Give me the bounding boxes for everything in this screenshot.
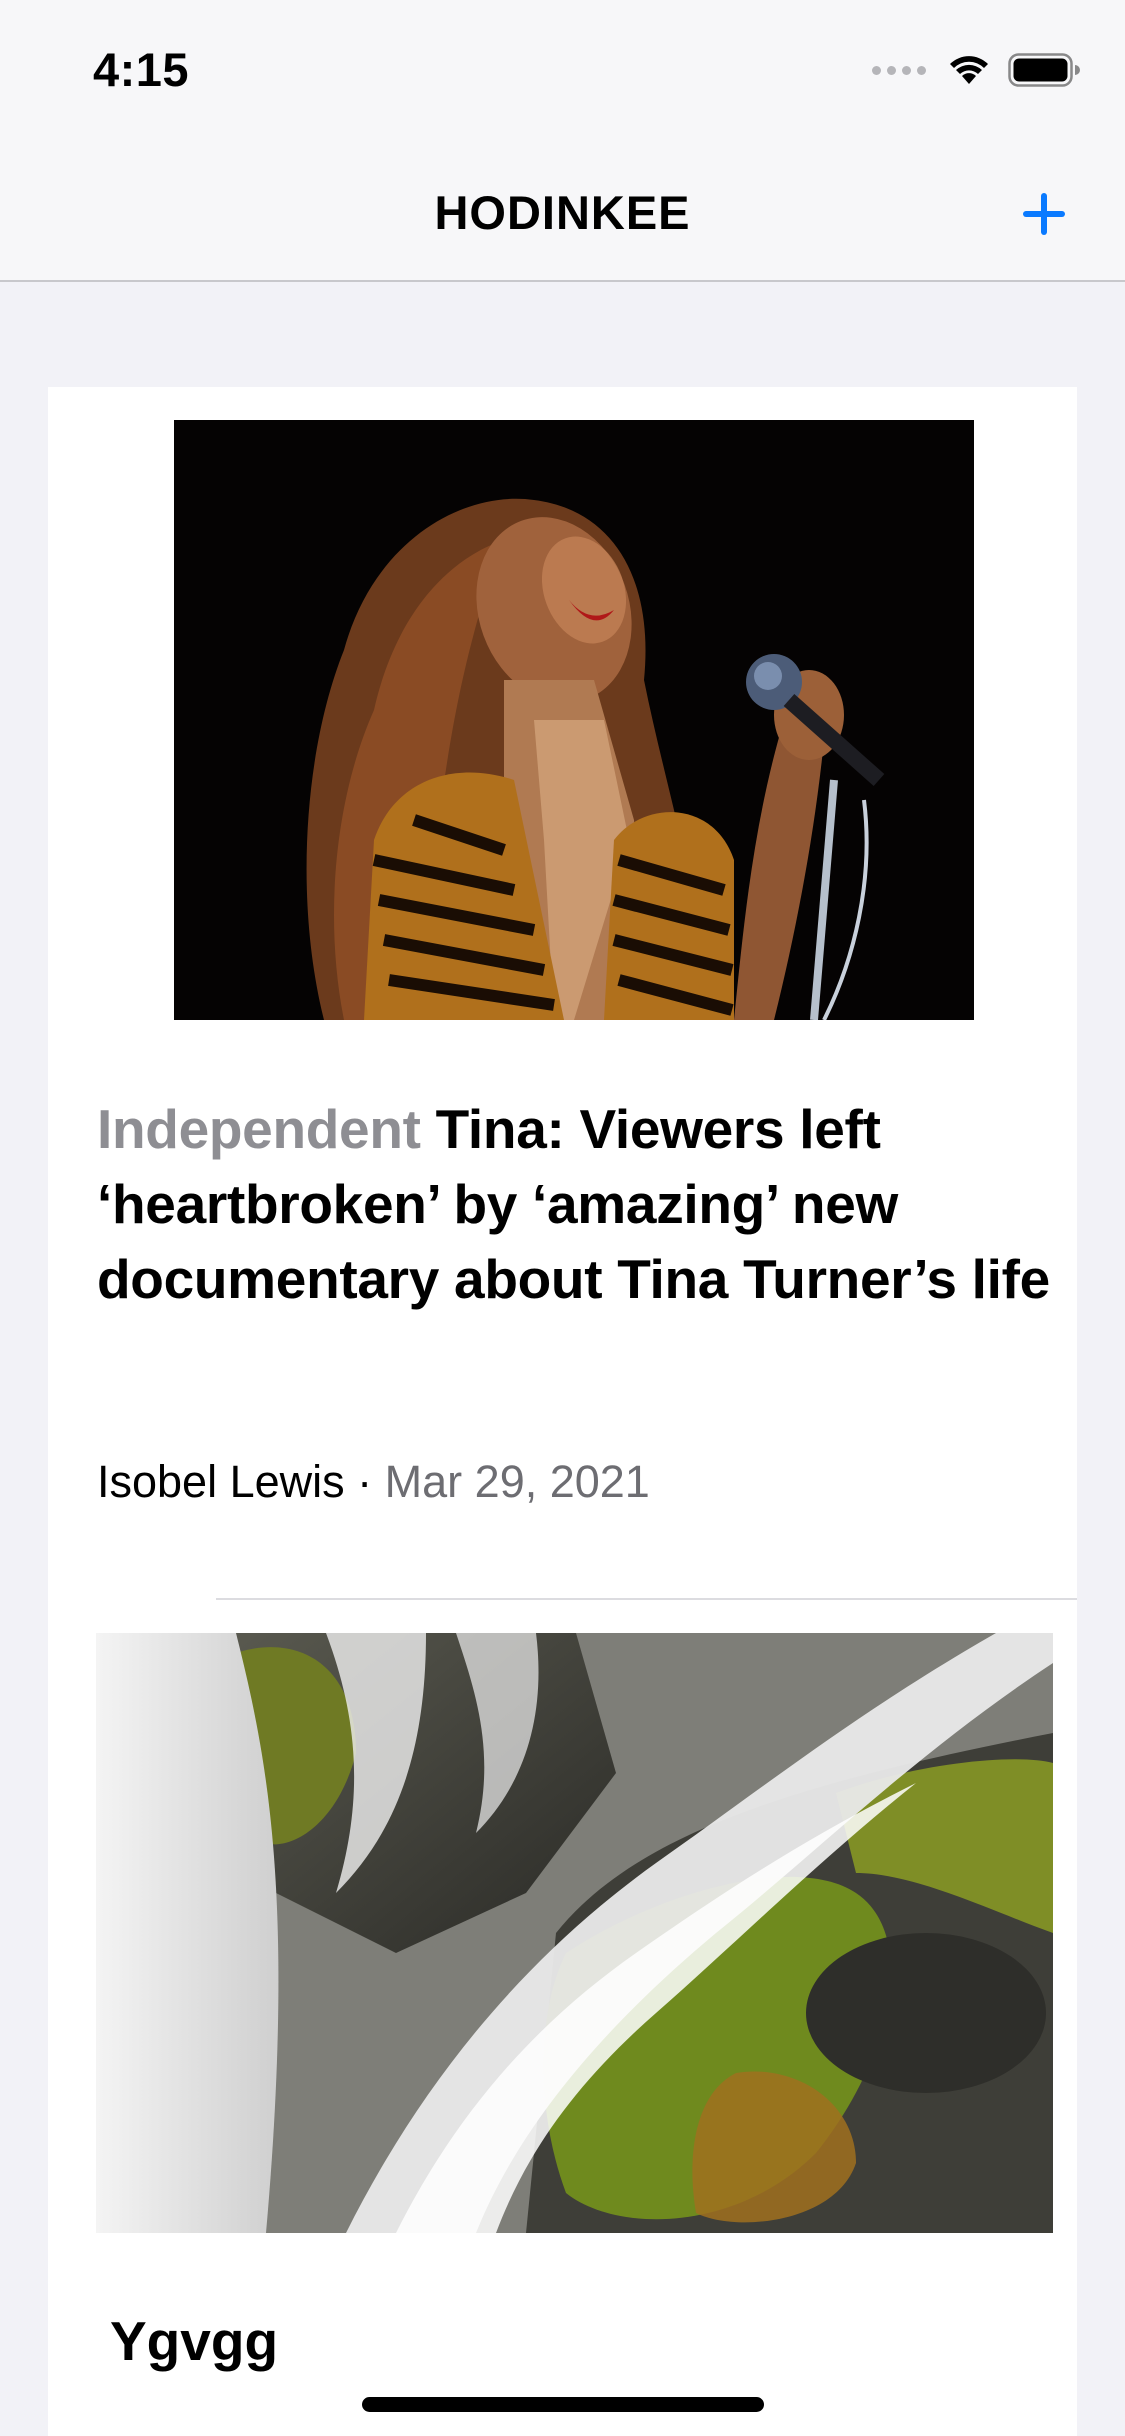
nav-title: HODINKEE <box>434 186 691 239</box>
home-indicator[interactable] <box>362 2397 764 2412</box>
status-time: 4:15 <box>93 43 190 96</box>
article-source: Independent <box>97 1098 421 1160</box>
battery-icon <box>1008 53 1080 87</box>
feed-card: Independent Tina: Viewers left ‘heartbro… <box>48 387 1077 2436</box>
article-byline: Isobel Lewis · Mar 29, 2021 <box>97 1455 650 1509</box>
article-author: Isobel Lewis <box>97 1456 345 1507</box>
plus-icon <box>1023 193 1065 235</box>
add-button[interactable] <box>1018 188 1070 240</box>
article-title[interactable]: Ygvgg <box>110 2309 278 2373</box>
list-divider <box>216 1598 1077 1600</box>
article-image[interactable] <box>174 420 974 1020</box>
status-indicators <box>872 50 1080 90</box>
byline-separator: · <box>357 1456 373 1507</box>
cellular-signal-icon <box>872 65 926 75</box>
top-bar: 4:15 HODINKEE <box>0 0 1125 282</box>
article-image[interactable] <box>96 1633 1053 2233</box>
waterfall-photo <box>96 1633 1053 2233</box>
wifi-icon <box>950 56 988 84</box>
article-date: Mar 29, 2021 <box>384 1456 650 1507</box>
article-headline[interactable]: Independent Tina: Viewers left ‘heartbro… <box>97 1092 1057 1317</box>
singer-photo <box>174 420 974 1020</box>
